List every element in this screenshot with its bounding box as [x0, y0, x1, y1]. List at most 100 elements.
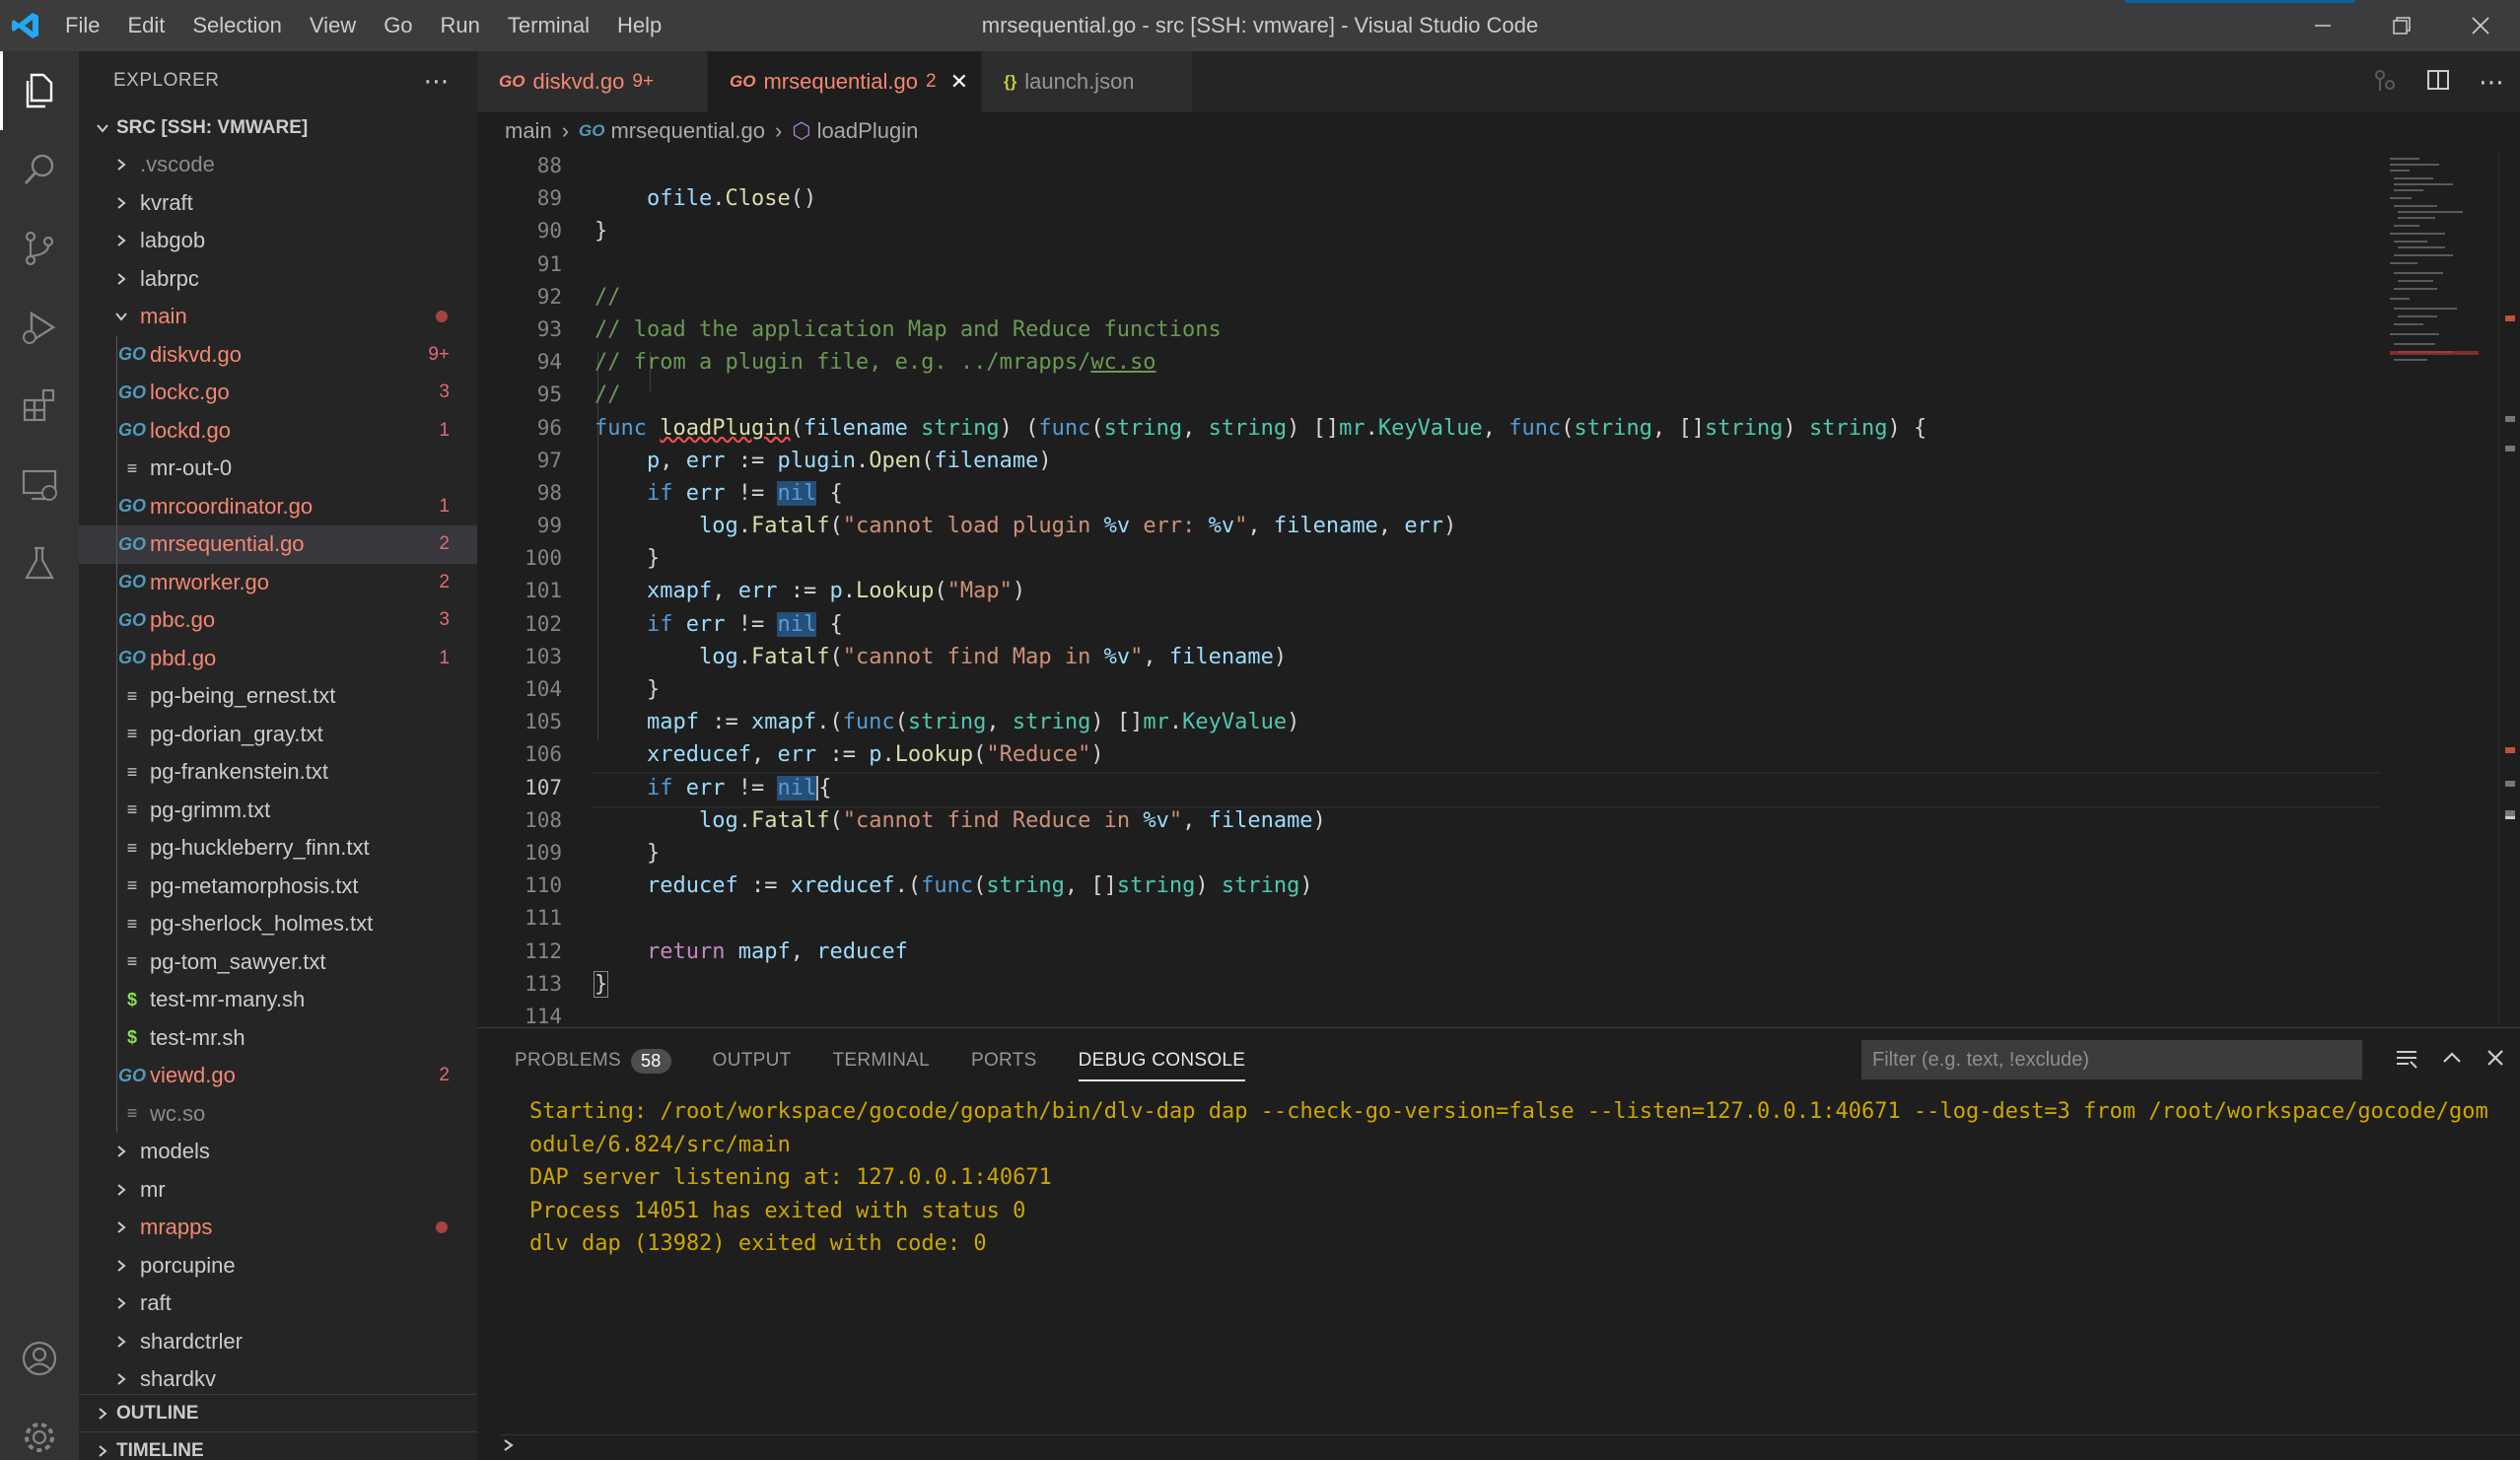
folder-item[interactable]: shardkv [79, 1360, 477, 1399]
file-item[interactable]: ≡ pg-grimm.txt [79, 791, 477, 829]
testing-flask-icon[interactable] [0, 524, 79, 603]
outline-section[interactable]: OUTLINE [79, 1394, 477, 1431]
restore-button[interactable] [2362, 0, 2441, 51]
folder-item[interactable]: main [79, 298, 477, 336]
compare-changes-icon[interactable] [2372, 67, 2398, 98]
file-item[interactable]: GO diskvd.go 9+ [79, 335, 477, 374]
vertical-scrollbar[interactable] [2498, 150, 2520, 1027]
settings-gear-icon[interactable] [0, 1398, 79, 1460]
debug-console-filter-input[interactable] [1861, 1040, 2362, 1079]
accounts-icon[interactable] [0, 1319, 79, 1398]
breadcrumb-folder[interactable]: main [505, 118, 552, 144]
tab-diskvd[interactable]: GO diskvd.go 9+ [477, 51, 708, 112]
more-actions-icon[interactable]: ⋯ [424, 66, 451, 97]
problem-count-badge: 3 [439, 382, 450, 403]
chevron-right-icon [89, 1407, 116, 1421]
file-item[interactable]: GO mrworker.go 2 [79, 563, 477, 601]
close-window-button[interactable] [2441, 0, 2520, 51]
file-item[interactable]: ≡ pg-frankenstein.txt [79, 753, 477, 792]
close-panel-icon[interactable] [2485, 1047, 2506, 1074]
indent-guide [116, 1094, 117, 1133]
code-line: log.Fatalf("cannot load plugin %v err: %… [698, 514, 1457, 539]
run-debug-icon[interactable] [0, 288, 79, 367]
menu-help[interactable]: Help [603, 0, 675, 51]
line-number: 111 [525, 906, 562, 931]
file-item[interactable]: ≡ pg-sherlock_holmes.txt [79, 905, 477, 943]
minimize-button[interactable] [2283, 0, 2362, 51]
remote-explorer-icon[interactable] [0, 446, 79, 524]
tab-ports[interactable]: PORTS [971, 1028, 1037, 1093]
file-item[interactable]: ≡ pg-dorian_gray.txt [79, 715, 477, 753]
file-item[interactable]: GO viewd.go 2 [79, 1057, 477, 1095]
item-label: labrpc [140, 265, 199, 291]
menu-go[interactable]: Go [370, 0, 426, 51]
folder-item[interactable]: mrapps [79, 1209, 477, 1247]
menu-selection[interactable]: Selection [178, 0, 296, 51]
indent-guide [116, 829, 117, 868]
indent-guide [116, 639, 117, 677]
timeline-section[interactable]: TIMELINE [79, 1431, 477, 1460]
minimap[interactable] [2380, 150, 2498, 1027]
file-item[interactable]: GO mrsequential.go 2 [79, 525, 477, 564]
scroll-marker [2505, 446, 2515, 452]
folder-item[interactable]: labgob [79, 222, 477, 260]
clear-console-icon[interactable] [2394, 1045, 2419, 1076]
file-item[interactable]: ≡ wc.so [79, 1094, 477, 1133]
file-item[interactable]: GO pbd.go 1 [79, 639, 477, 677]
folder-item[interactable]: shardctrler [79, 1323, 477, 1361]
file-item[interactable]: ≡ pg-metamorphosis.txt [79, 867, 477, 905]
file-item[interactable]: GO pbc.go 3 [79, 601, 477, 640]
item-label: lockc.go [150, 380, 230, 405]
menu-edit[interactable]: Edit [113, 0, 178, 51]
folder-item[interactable]: labrpc [79, 260, 477, 299]
split-editor-icon[interactable] [2425, 67, 2451, 98]
debug-console-input[interactable] [501, 1434, 2520, 1460]
indent-guide [116, 601, 117, 640]
tab-output[interactable]: OUTPUT [713, 1028, 792, 1093]
line-number: 97 [536, 448, 562, 472]
close-tab-icon[interactable]: ✕ [950, 69, 968, 95]
menu-run[interactable]: Run [427, 0, 494, 51]
file-item[interactable]: ≡ pg-huckleberry_finn.txt [79, 829, 477, 868]
folder-item[interactable]: .vscode [79, 146, 477, 184]
tab-mrsequential[interactable]: GO mrsequential.go 2 ✕ [708, 51, 982, 112]
tab-terminal[interactable]: TERMINAL [833, 1028, 930, 1093]
menu-terminal[interactable]: Terminal [494, 0, 603, 51]
item-label: porcupine [140, 1252, 236, 1278]
tab-label: DEBUG CONSOLE [1078, 1050, 1246, 1071]
tab-launch-json[interactable]: {} launch.json [982, 51, 1193, 112]
folder-item[interactable]: models [79, 1133, 477, 1171]
workspace-root[interactable]: SRC [SSH: VMWARE] [79, 110, 477, 146]
file-item[interactable]: GO lockd.go 1 [79, 411, 477, 450]
tab-problems[interactable]: PROBLEMS 58 [515, 1028, 671, 1093]
search-icon[interactable] [0, 130, 79, 209]
tab-debug-console[interactable]: DEBUG CONSOLE [1078, 1028, 1246, 1093]
folder-item[interactable]: kvraft [79, 184, 477, 223]
maximize-panel-icon[interactable] [2441, 1047, 2463, 1074]
explorer-icon[interactable] [0, 51, 79, 130]
file-item[interactable]: ≡ mr-out-0 [79, 450, 477, 488]
breadcrumb-file[interactable]: mrsequential.go [610, 118, 765, 144]
chevron-right-icon [110, 1220, 132, 1234]
folder-item[interactable]: porcupine [79, 1247, 477, 1286]
file-item[interactable]: ≡ pg-tom_sawyer.txt [79, 942, 477, 981]
more-actions-icon[interactable]: ⋯ [2479, 67, 2504, 98]
breadcrumb: main › GO mrsequential.go › ⬡ loadPlugin [477, 112, 2520, 150]
go-file-icon: GO [579, 121, 605, 140]
folder-item[interactable]: raft [79, 1285, 477, 1323]
menu-file[interactable]: File [51, 0, 113, 51]
file-item[interactable]: $ test-mr.sh [79, 1018, 477, 1057]
code-content[interactable]: ofile.Close() } // // load the applicati… [592, 150, 2396, 1027]
menu-view[interactable]: View [296, 0, 370, 51]
source-control-icon[interactable] [0, 209, 79, 288]
file-item[interactable]: GO lockc.go 3 [79, 374, 477, 412]
file-item[interactable]: GO mrcoordinator.go 1 [79, 487, 477, 525]
extensions-icon[interactable] [0, 367, 79, 446]
code-editor[interactable]: 88 89 90 91 92 93 94 95 96 97 98 99 100 101 102 103 104 1… [477, 150, 2520, 1027]
file-item[interactable]: ≡ pg-being_ernest.txt [79, 677, 477, 716]
folder-item[interactable]: mr [79, 1171, 477, 1210]
breadcrumb-symbol[interactable]: loadPlugin [817, 118, 919, 144]
code-line: xmapf, err := p.Lookup("Map") [646, 579, 1026, 604]
file-item[interactable]: $ test-mr-many.sh [79, 981, 477, 1019]
